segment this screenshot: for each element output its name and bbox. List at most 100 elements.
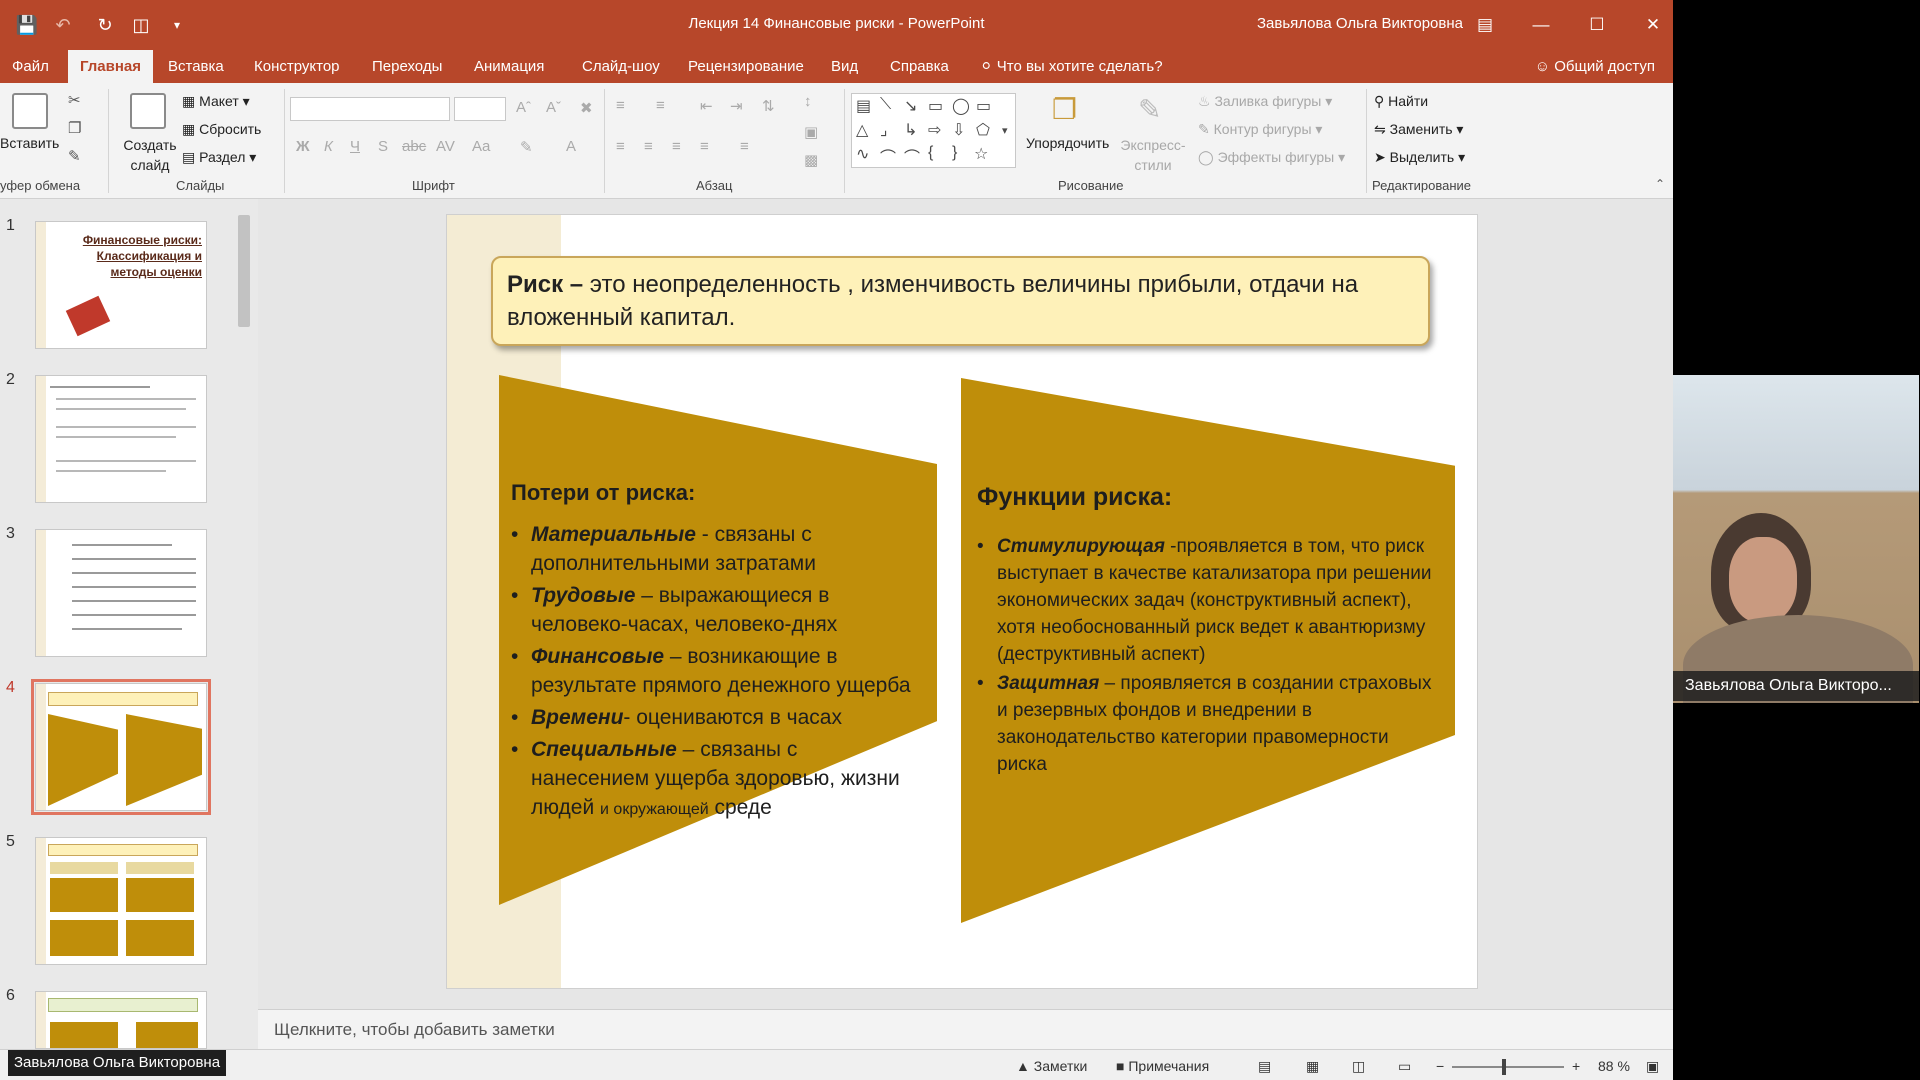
bold-icon[interactable]: Ж <box>296 138 310 155</box>
comments-button[interactable]: ■ Примечания <box>1116 1058 1209 1074</box>
ribbon-display-icon[interactable]: ▤ <box>1462 8 1508 42</box>
tab-design[interactable]: Конструктор <box>242 50 352 83</box>
rectangle-shape-icon[interactable]: ▭ <box>928 96 943 116</box>
triangle-shape-icon[interactable]: △ <box>856 120 868 140</box>
curve-shape-icon[interactable]: ⌒ <box>880 144 896 168</box>
zoom-out-icon[interactable]: − <box>1436 1058 1444 1074</box>
slide-thumbnail-1[interactable]: Финансовые риски: Классификация и методы… <box>35 221 207 349</box>
freeform-shape-icon[interactable]: ∿ <box>856 144 869 164</box>
justify-icon[interactable]: ≡ <box>700 138 709 155</box>
slideshow-view-icon[interactable]: ▭ <box>1398 1058 1411 1075</box>
close-icon[interactable]: ✕ <box>1630 8 1673 42</box>
reset-button[interactable]: ▦ Сбросить <box>182 121 261 138</box>
tab-slideshow[interactable]: Слайд-шоу <box>570 50 672 83</box>
tab-file[interactable]: Файл <box>0 50 61 83</box>
shadow-icon[interactable]: S <box>378 138 388 155</box>
maximize-icon[interactable]: ☐ <box>1574 8 1620 42</box>
right-brace-shape-icon[interactable]: } <box>952 144 957 162</box>
paste-button[interactable]: Вставить <box>0 135 59 151</box>
slide-sorter-icon[interactable]: ▦ <box>1306 1058 1319 1075</box>
collapse-ribbon-icon[interactable]: ⌃ <box>1655 177 1665 191</box>
fit-to-window-icon[interactable]: ▣ <box>1646 1058 1659 1075</box>
oval-shape-icon[interactable]: ◯ <box>952 96 970 116</box>
columns-icon[interactable]: ≡ <box>740 138 749 155</box>
slide-thumbnail-6[interactable] <box>35 991 207 1049</box>
tab-home[interactable]: Главная <box>68 50 154 83</box>
copy-icon[interactable]: ❐ <box>68 119 81 137</box>
current-slide[interactable]: Риск – это неопределенность , изменчивос… <box>446 214 1478 989</box>
replace-button[interactable]: ⇋ Заменить ▾ <box>1374 121 1463 138</box>
shapes-more-icon[interactable]: ▾ <box>1002 124 1008 137</box>
char-spacing-icon[interactable]: AV <box>436 138 455 155</box>
zoom-in-icon[interactable]: + <box>1572 1058 1580 1074</box>
tab-transitions[interactable]: Переходы <box>360 50 454 83</box>
risk-definition-callout[interactable]: Риск – это неопределенность , изменчивос… <box>491 256 1430 346</box>
decrease-font-icon[interactable]: Aˇ <box>546 99 561 116</box>
slides-scrollbar[interactable] <box>236 200 252 1048</box>
elbow-connector-shape-icon[interactable]: ↳ <box>904 120 917 140</box>
numbering-icon[interactable]: ≡ <box>656 97 665 114</box>
account-name[interactable]: Завьялова Ольга Викторовна <box>1257 15 1463 32</box>
select-button[interactable]: ➤ Выделить ▾ <box>1374 149 1465 166</box>
align-text-icon[interactable]: ▣ <box>804 123 818 141</box>
increase-indent-icon[interactable]: ⇥ <box>730 97 743 115</box>
align-left-icon[interactable]: ≡ <box>616 138 625 155</box>
shape-fill-button[interactable]: ♨ Заливка фигуры ▾ <box>1198 93 1332 110</box>
tab-animations[interactable]: Анимация <box>462 50 556 83</box>
tab-review[interactable]: Рецензирование <box>676 50 816 83</box>
line-shape-icon[interactable]: ⟍ <box>880 96 891 114</box>
decrease-indent-icon[interactable]: ⇤ <box>700 97 713 115</box>
arrange-button[interactable]: Упорядочить <box>1026 135 1109 151</box>
rounded-rect-shape-icon[interactable]: ▭ <box>976 96 991 116</box>
line-spacing-icon[interactable]: ⇅ <box>762 97 775 115</box>
slide-thumbnail-2[interactable] <box>35 375 207 503</box>
notes-toggle-button[interactable]: ▲ Заметки <box>1016 1058 1087 1074</box>
normal-view-icon[interactable]: ▤ <box>1258 1058 1271 1075</box>
shapes-gallery[interactable]: ▤ ⟍ ↘ ▭ ◯ ▭ △ ⌟ ↳ ⇨ ⇩ ⬠ ∿ ⌒ ⌒ { } ☆ ▾ <box>851 93 1016 168</box>
pentagon-shape-icon[interactable]: ⬠ <box>976 120 990 140</box>
shape-effects-button[interactable]: ◯ Эффекты фигуры ▾ <box>1198 149 1345 166</box>
increase-font-icon[interactable]: Aˆ <box>516 99 531 116</box>
reading-view-icon[interactable]: ◫ <box>1352 1058 1365 1075</box>
slide-thumbnail-4[interactable] <box>31 679 211 815</box>
find-button[interactable]: ⚲ Найти <box>1374 93 1428 110</box>
paste-icon[interactable] <box>12 93 48 129</box>
left-brace-shape-icon[interactable]: { <box>928 144 933 162</box>
section-button[interactable]: ▤ Раздел ▾ <box>182 149 256 166</box>
quick-styles-icon[interactable]: ✎ <box>1138 93 1161 126</box>
font-size-combo[interactable] <box>454 97 506 121</box>
zoom-level[interactable]: 88 % <box>1598 1058 1630 1074</box>
change-case-icon[interactable]: Aa <box>472 138 490 155</box>
zoom-slider[interactable] <box>1452 1066 1564 1068</box>
new-slide-icon[interactable] <box>130 93 166 129</box>
font-name-combo[interactable] <box>290 97 450 121</box>
tab-insert[interactable]: Вставка <box>156 50 236 83</box>
share-button[interactable]: ☺ Общий доступ <box>1535 50 1655 83</box>
smartart-icon[interactable]: ▩ <box>804 151 818 169</box>
font-color-icon[interactable]: A <box>566 138 576 155</box>
italic-icon[interactable]: К <box>324 138 333 155</box>
textbox-shape-icon[interactable]: ▤ <box>856 96 871 116</box>
text-direction-icon[interactable]: ↕ <box>804 93 812 110</box>
tell-me-search[interactable]: ⚪ Что вы хотите сделать? <box>968 50 1175 83</box>
quick-styles-button[interactable]: Экспресс-стили <box>1118 135 1188 175</box>
zoom-slider-handle[interactable] <box>1502 1059 1506 1075</box>
down-arrow-shape-icon[interactable]: ⇩ <box>952 120 965 140</box>
slide-thumbnail-3[interactable] <box>35 529 207 657</box>
clear-format-icon[interactable]: ✖ <box>580 99 593 117</box>
align-right-icon[interactable]: ≡ <box>672 138 681 155</box>
minimize-icon[interactable]: — <box>1518 8 1564 42</box>
new-slide-button[interactable]: Создать слайд <box>120 135 180 175</box>
bullets-icon[interactable]: ≡ <box>616 97 625 114</box>
tab-view[interactable]: Вид <box>819 50 870 83</box>
slide-thumbnail-5[interactable] <box>35 837 207 965</box>
star-shape-icon[interactable]: ☆ <box>974 144 988 164</box>
strike-icon[interactable]: abc <box>402 138 426 155</box>
arc-shape-icon[interactable]: ⌒ <box>904 144 920 168</box>
arrow-line-shape-icon[interactable]: ↘ <box>904 96 917 116</box>
shape-outline-button[interactable]: ✎ Контур фигуры ▾ <box>1198 121 1322 138</box>
align-center-icon[interactable]: ≡ <box>644 138 653 155</box>
connector-shape-icon[interactable]: ⌟ <box>880 120 888 140</box>
highlight-icon[interactable]: ✎ <box>520 138 533 156</box>
tab-help[interactable]: Справка <box>878 50 961 83</box>
